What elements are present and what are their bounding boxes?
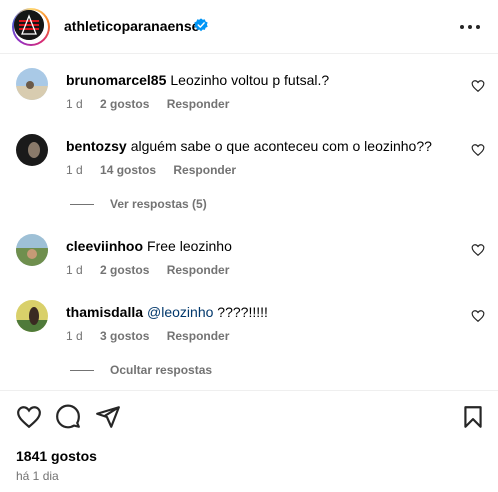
comment-time: 1 d: [66, 163, 83, 177]
comment-body: ????!!!!!: [213, 304, 268, 320]
likes-count[interactable]: 1841 gostos: [16, 448, 97, 464]
comment-avatar[interactable]: [16, 234, 48, 266]
profile-username[interactable]: athleticoparanaense: [64, 18, 199, 34]
heart-icon[interactable]: [471, 309, 485, 323]
post-header: athleticoparanaense: [0, 0, 498, 54]
verified-badge-icon: [194, 18, 208, 32]
comment-meta: 1 d 14 gostos Responder: [66, 163, 250, 177]
reply-button[interactable]: Responder: [167, 97, 230, 111]
view-replies-label: Ver respostas (5): [110, 197, 207, 211]
comment-icon[interactable]: [55, 404, 81, 430]
comment-text: thamisdalla @leozinho ????!!!!!: [66, 304, 268, 320]
comment-text: brunomarcel85 Leozinho voltou p futsal.?: [66, 72, 329, 88]
heart-icon[interactable]: [16, 404, 42, 430]
reply-button[interactable]: Responder: [167, 329, 230, 343]
comment-avatar[interactable]: [16, 68, 48, 100]
comment-text: cleeviinhoo Free leozinho: [66, 238, 232, 254]
heart-icon[interactable]: [471, 79, 485, 93]
comment-time: 1 d: [66, 263, 83, 277]
heart-icon[interactable]: [471, 243, 485, 257]
reply-button[interactable]: Responder: [173, 163, 236, 177]
comment-username[interactable]: brunomarcel85: [66, 72, 166, 88]
comment-likes[interactable]: 14 gostos: [100, 163, 156, 177]
comment-avatar[interactable]: [16, 300, 48, 332]
comment-text: bentozsy alguém sabe o que aconteceu com …: [66, 138, 432, 154]
view-replies-button[interactable]: Ver respostas (5): [70, 197, 207, 211]
comment-body: alguém sabe o que aconteceu com o leozin…: [130, 138, 432, 154]
comment-likes[interactable]: 2 gostos: [100, 97, 149, 111]
comment-likes[interactable]: 2 gostos: [100, 263, 149, 277]
more-horizontal-icon[interactable]: [458, 17, 482, 37]
divider: [0, 390, 498, 391]
reply-button[interactable]: Responder: [167, 263, 230, 277]
comment-username[interactable]: cleeviinhoo: [66, 238, 143, 254]
comment-item: thamisdalla @leozinho ????!!!!! 1 d 3 gos…: [0, 298, 498, 358]
hide-replies-button[interactable]: Ocultar respostas: [70, 363, 212, 377]
comment-meta: 1 d 2 gostos Responder: [66, 97, 243, 111]
comment-username[interactable]: bentozsy: [66, 138, 127, 154]
comment-time: 1 d: [66, 97, 83, 111]
share-icon[interactable]: [95, 404, 121, 430]
action-bar: [0, 404, 498, 434]
comment-item: bentozsy alguém sabe o que aconteceu com …: [0, 132, 498, 192]
hide-replies-label: Ocultar respostas: [110, 363, 213, 377]
post-time: há 1 dia: [16, 469, 59, 483]
comment-username[interactable]: thamisdalla: [66, 304, 143, 320]
comment-item: brunomarcel85 Leozinho voltou p futsal.? …: [0, 66, 498, 126]
comment-body: Free leozinho: [147, 238, 232, 254]
thread-line: [70, 204, 94, 206]
heart-icon[interactable]: [471, 143, 485, 157]
comment-mention[interactable]: @leozinho: [147, 304, 213, 320]
thread-line: [70, 370, 94, 372]
comment-body: Leozinho voltou p futsal.?: [170, 72, 330, 88]
comment-meta: 1 d 3 gostos Responder: [66, 329, 243, 343]
comment-likes[interactable]: 3 gostos: [100, 329, 149, 343]
comment-meta: 1 d 2 gostos Responder: [66, 263, 243, 277]
comment-item: cleeviinhoo Free leozinho 1 d 2 gostos Re…: [0, 232, 498, 292]
comment-time: 1 d: [66, 329, 83, 343]
comment-avatar[interactable]: [16, 134, 48, 166]
profile-avatar[interactable]: [12, 8, 50, 46]
save-icon[interactable]: [460, 404, 486, 430]
